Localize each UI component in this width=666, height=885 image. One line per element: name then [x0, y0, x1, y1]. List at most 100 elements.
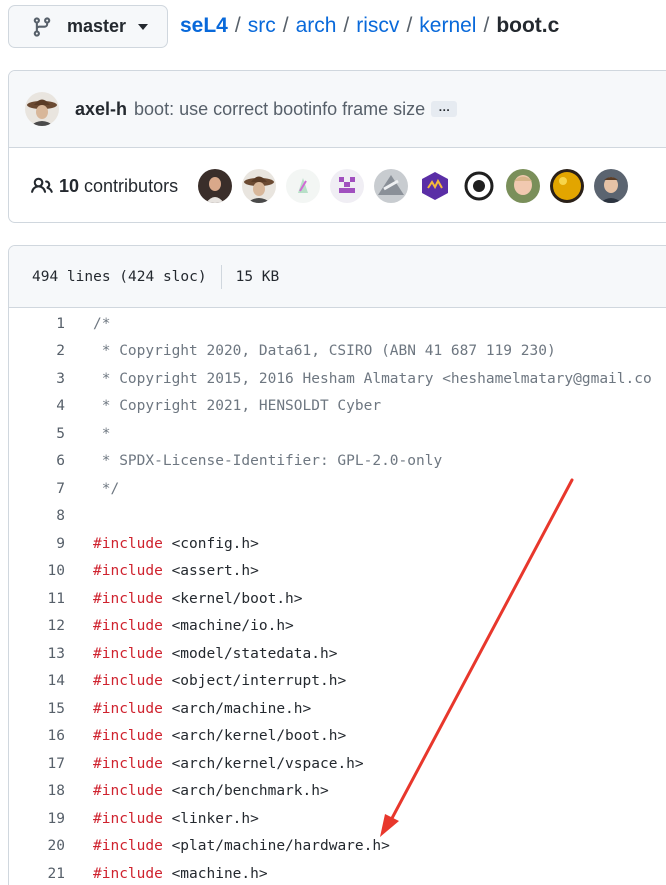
- line-number[interactable]: 12: [9, 618, 65, 634]
- contributors-count[interactable]: 10: [59, 176, 79, 197]
- contributor-avatar[interactable]: [594, 169, 629, 203]
- line-number[interactable]: 4: [9, 398, 65, 414]
- line-content: #include <kernel/boot.h>: [93, 591, 303, 607]
- line-content: * SPDX-License-Identifier: GPL-2.0-only: [93, 453, 442, 469]
- line-number[interactable]: 20: [9, 838, 65, 854]
- line-number[interactable]: 9: [9, 536, 65, 552]
- comment-text: *: [93, 425, 111, 442]
- breadcrumb-link-arch[interactable]: arch: [296, 14, 337, 38]
- preprocessor-keyword: #include: [93, 673, 163, 690]
- breadcrumb-link-src[interactable]: src: [248, 14, 276, 38]
- file-viewer: 494 lines (424 sloc) 15 KB 1 /* 2 * Copyri…: [8, 245, 666, 885]
- line-number[interactable]: 2: [9, 343, 65, 359]
- contributor-avatar[interactable]: [374, 169, 409, 203]
- file-line-count: 494 lines (424 sloc): [32, 268, 207, 285]
- contributors-row: 10 contributors: [9, 148, 666, 222]
- contributor-avatar[interactable]: [198, 169, 233, 203]
- include-path: <arch/kernel/vspace.h>: [162, 755, 364, 772]
- commit-author-link[interactable]: axel-h: [75, 99, 127, 120]
- line-number[interactable]: 7: [9, 481, 65, 497]
- code-line: 7 */: [9, 475, 666, 503]
- people-icon: [31, 177, 53, 193]
- include-path: <plat/machine/hardware.h>: [162, 838, 390, 855]
- line-number[interactable]: 10: [9, 563, 65, 579]
- line-number[interactable]: 15: [9, 701, 65, 717]
- line-content: #include <linker.h>: [93, 811, 259, 827]
- file-info-bar: 494 lines (424 sloc) 15 KB: [9, 246, 666, 308]
- line-number[interactable]: 8: [9, 508, 65, 524]
- include-path: <kernel/boot.h>: [162, 590, 303, 607]
- code-line: 9 #include <config.h>: [9, 530, 666, 558]
- breadcrumb-separator: /: [483, 14, 490, 37]
- preprocessor-keyword: #include: [93, 810, 163, 827]
- line-number[interactable]: 13: [9, 646, 65, 662]
- breadcrumb: seL4 / src / arch / riscv / kernel / boo…: [180, 14, 559, 38]
- code-line: 2 * Copyright 2020, Data61, CSIRO (ABN 4…: [9, 338, 666, 366]
- latest-commit-box: axel-h boot: use correct bootinfo frame …: [8, 70, 666, 223]
- line-number[interactable]: 6: [9, 453, 65, 469]
- line-number[interactable]: 3: [9, 371, 65, 387]
- include-path: <machine.h>: [162, 865, 268, 882]
- contributor-avatar[interactable]: [418, 169, 453, 203]
- code-line: 12 #include <machine/io.h>: [9, 613, 666, 641]
- line-content: #include <config.h>: [93, 536, 259, 552]
- preprocessor-keyword: #include: [93, 783, 163, 800]
- line-number[interactable]: 17: [9, 756, 65, 772]
- branch-select-button[interactable]: master: [8, 5, 168, 48]
- include-path: <machine/io.h>: [162, 618, 294, 635]
- line-number[interactable]: 5: [9, 426, 65, 442]
- line-content: #include <arch/machine.h>: [93, 701, 311, 717]
- code-listing: 1 /* 2 * Copyright 2020, Data61, CSIRO (AB…: [9, 308, 666, 885]
- branch-name: master: [67, 16, 127, 36]
- line-content: #include <object/interrupt.h>: [93, 673, 346, 689]
- line-content: #include <model/statedata.h>: [93, 646, 337, 662]
- include-path: <config.h>: [162, 535, 259, 552]
- code-line: 20 #include <plat/machine/hardware.h>: [9, 833, 666, 861]
- author-avatar[interactable]: [25, 92, 59, 126]
- line-number[interactable]: 21: [9, 866, 65, 882]
- contributor-avatar[interactable]: [242, 169, 277, 203]
- code-line: 17 #include <arch/kernel/vspace.h>: [9, 750, 666, 778]
- line-number[interactable]: 16: [9, 728, 65, 744]
- contributors-label[interactable]: contributors: [84, 176, 178, 197]
- include-path: <arch/kernel/boot.h>: [162, 728, 347, 745]
- breadcrumb-separator: /: [406, 14, 413, 37]
- code-line: 13 #include <model/statedata.h>: [9, 640, 666, 668]
- line-number[interactable]: 19: [9, 811, 65, 827]
- line-content: * Copyright 2021, HENSOLDT Cyber: [93, 398, 381, 414]
- line-number[interactable]: 1: [9, 316, 65, 332]
- include-path: <model/statedata.h>: [162, 645, 338, 662]
- contributor-avatar[interactable]: [550, 169, 585, 203]
- contributor-avatar[interactable]: [506, 169, 541, 203]
- contributor-avatar[interactable]: [330, 169, 365, 203]
- line-content: #include <machine/io.h>: [93, 618, 294, 634]
- contributor-avatar[interactable]: [286, 169, 321, 203]
- include-path: <assert.h>: [162, 563, 259, 580]
- commit-message-link[interactable]: boot: use correct bootinfo frame size: [134, 99, 425, 120]
- preprocessor-keyword: #include: [93, 838, 163, 855]
- breadcrumb-repo-link[interactable]: seL4: [180, 14, 228, 38]
- line-number[interactable]: 18: [9, 783, 65, 799]
- code-line: 10 #include <assert.h>: [9, 558, 666, 586]
- preprocessor-keyword: #include: [93, 563, 163, 580]
- preprocessor-keyword: #include: [93, 700, 163, 717]
- chevron-down-icon: [138, 23, 149, 30]
- line-content: #include <machine.h>: [93, 866, 268, 882]
- code-line: 1 /*: [9, 310, 666, 338]
- breadcrumb-separator: /: [234, 14, 241, 37]
- breadcrumb-link-kernel[interactable]: kernel: [419, 14, 476, 38]
- preprocessor-keyword: #include: [93, 590, 163, 607]
- include-path: <arch/machine.h>: [162, 700, 312, 717]
- breadcrumb-link-riscv[interactable]: riscv: [356, 14, 399, 38]
- code-line: 4 * Copyright 2021, HENSOLDT Cyber: [9, 393, 666, 421]
- line-number[interactable]: 14: [9, 673, 65, 689]
- breadcrumb-current-file: boot.c: [496, 14, 560, 37]
- contributor-avatar[interactable]: [462, 169, 497, 203]
- contributor-avatar-list: [198, 169, 638, 203]
- line-content: /*: [93, 316, 110, 332]
- line-number[interactable]: 11: [9, 591, 65, 607]
- code-line: 8: [9, 503, 666, 531]
- preprocessor-keyword: #include: [93, 535, 163, 552]
- code-line: 3 * Copyright 2015, 2016 Hesham Almatary…: [9, 365, 666, 393]
- expand-commit-message-button[interactable]: …: [431, 101, 458, 117]
